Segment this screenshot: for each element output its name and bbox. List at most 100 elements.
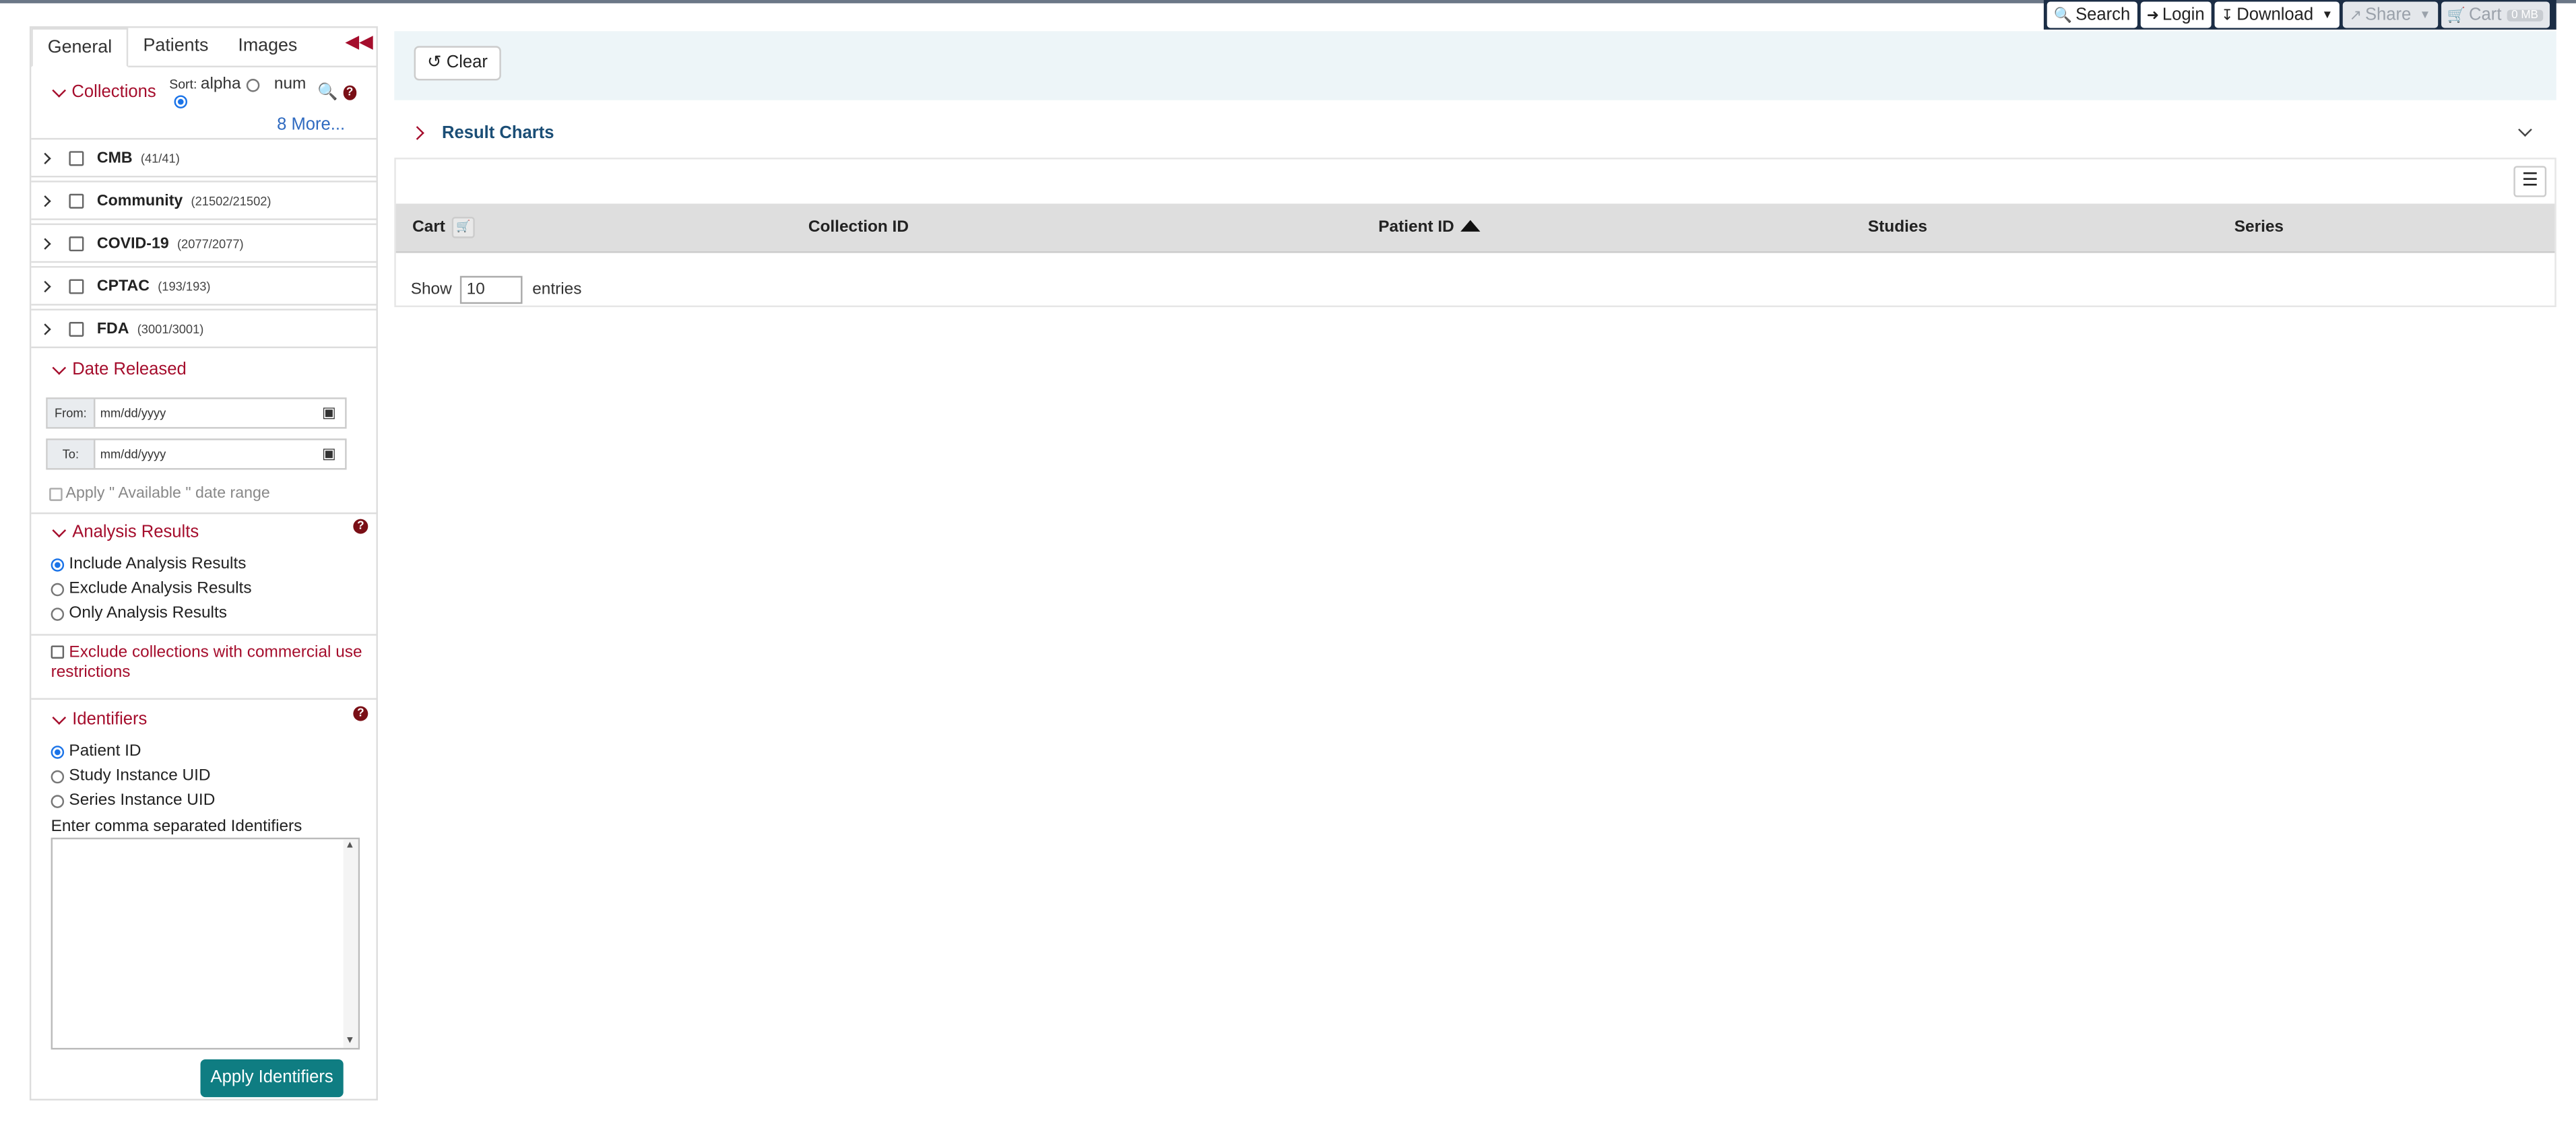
chevron-down-icon [52, 360, 67, 374]
column-header-studies[interactable]: Studies [1868, 218, 1927, 236]
patient-id-radio[interactable] [51, 744, 65, 758]
collection-checkbox[interactable] [69, 321, 84, 336]
sort-num-radio[interactable] [174, 95, 188, 108]
identifiers-header[interactable]: Identifiers [31, 710, 376, 729]
collections-header[interactable]: Collections Sort: alpha num 🔍 ? [31, 75, 376, 108]
analysis-results-header[interactable]: Analysis Results [31, 523, 376, 542]
calendar-icon[interactable]: ▣ [322, 399, 345, 427]
help-icon[interactable]: ? [353, 706, 368, 721]
collection-checkbox[interactable] [69, 150, 84, 166]
search-toolbar: ↺ Clear [394, 31, 2556, 100]
divider [31, 698, 377, 700]
cart-icon[interactable]: 🛒 [451, 216, 475, 238]
results-table: ☰ Cart 🛒 Collection ID Patient ID Studies… [394, 158, 2556, 308]
column-header-series[interactable]: Series [2234, 218, 2284, 236]
series-uid-radio[interactable] [51, 794, 65, 807]
scroll-down-icon[interactable]: ▼ [345, 1036, 355, 1047]
login-icon: ➜ [2146, 5, 2160, 22]
hamburger-icon: ☰ [2521, 170, 2538, 191]
sort-options: Sort: alpha num [169, 75, 317, 108]
identifiers-textarea[interactable]: ▲ ▼ [51, 837, 360, 1050]
sidebar-tabs: General Patients Images ◀◀ [31, 28, 377, 67]
collections-title: Collections [71, 81, 156, 102]
identifiers-prompt: Enter comma separated Identifiers [51, 818, 302, 836]
include-analysis-radio[interactable] [51, 557, 65, 571]
share-icon: ↗ [2349, 5, 2362, 22]
tab-images[interactable]: Images [223, 28, 312, 65]
login-nav-button[interactable]: ➜ Login [2139, 1, 2212, 28]
divider [31, 512, 377, 515]
column-header-patient[interactable]: Patient ID [1378, 218, 1481, 236]
date-released-header[interactable]: Date Released [31, 360, 206, 379]
chevron-right-icon[interactable] [39, 323, 51, 335]
caret-down-icon: ▼ [2419, 9, 2431, 21]
collection-item[interactable]: COVID-19 (2077/2077) [31, 223, 377, 263]
cart-icon: 🛒 [2447, 5, 2466, 22]
date-from-input[interactable]: From: mm/dd/yyyy ▣ [46, 397, 347, 429]
study-uid-radio[interactable] [51, 769, 65, 783]
help-icon[interactable]: ? [353, 519, 368, 534]
chevron-right-icon [410, 126, 424, 140]
column-menu-button[interactable]: ☰ [2513, 166, 2547, 197]
tab-patients[interactable]: Patients [129, 28, 224, 65]
page-length-control: Show 10 entries [411, 275, 581, 304]
top-nav: 🔍 Search ➜ Login ↧ Download ▼ ↗ Share ▼ 🛒 Cart 0… [2044, 0, 2556, 30]
reset-icon: ↺ [427, 53, 442, 73]
help-icon[interactable]: ? [342, 84, 357, 100]
collection-item[interactable]: FDA (3001/3001) [31, 308, 377, 349]
clear-button[interactable]: ↺ Clear [414, 46, 501, 81]
table-header: Cart 🛒 Collection ID Patient ID Studies S… [395, 203, 2555, 253]
analysis-option-only[interactable]: Only Analysis Results [51, 604, 227, 622]
chevron-down-icon [52, 82, 66, 96]
collection-item[interactable]: CPTAC (193/193) [31, 266, 377, 306]
divider [31, 634, 377, 636]
page-length-select[interactable]: 10 [459, 275, 523, 304]
collection-checkbox[interactable] [69, 278, 84, 294]
cart-size-badge: 0 MB [2506, 9, 2544, 21]
column-header-collection[interactable]: Collection ID [808, 218, 909, 236]
chevron-right-icon[interactable] [39, 152, 51, 164]
column-header-cart[interactable]: Cart 🛒 [412, 216, 475, 238]
apply-identifiers-button[interactable]: Apply Identifiers [200, 1059, 344, 1098]
calendar-icon[interactable]: ▣ [322, 440, 345, 468]
scroll-up-icon[interactable]: ▲ [345, 841, 355, 851]
apply-date-range-option[interactable]: Apply " Available " date range [49, 484, 270, 502]
sidebar: General Patients Images ◀◀ Collections S… [29, 26, 378, 1100]
commercial-restriction-checkbox[interactable] [51, 646, 65, 659]
chevron-right-icon[interactable] [39, 279, 51, 292]
textarea-scrollbar[interactable]: ▲ ▼ [343, 839, 358, 1048]
chevron-down-icon [52, 710, 67, 724]
chevron-right-icon[interactable] [39, 237, 51, 249]
search-nav-button[interactable]: 🔍 Search [2047, 1, 2137, 28]
collection-item[interactable]: CMB (41/41) [31, 137, 377, 178]
identifier-option-series[interactable]: Series Instance UID [51, 792, 215, 810]
sort-ascending-icon [1460, 220, 1481, 232]
date-to-input[interactable]: To: mm/dd/yyyy ▣ [46, 438, 347, 470]
tab-general[interactable]: General [31, 28, 129, 67]
download-icon: ↧ [2220, 5, 2234, 22]
chevron-down-icon [52, 523, 67, 537]
search-icon: 🔍 [2053, 5, 2073, 22]
share-nav-button[interactable]: ↗ Share ▼ [2342, 1, 2438, 28]
download-nav-button[interactable]: ↧ Download ▼ [2214, 1, 2340, 28]
caret-down-icon: ▼ [2321, 9, 2333, 21]
analysis-option-exclude[interactable]: Exclude Analysis Results [51, 580, 252, 598]
collection-item[interactable]: Community (21502/21502) [31, 180, 377, 220]
chevron-right-icon[interactable] [39, 194, 51, 207]
cart-nav-button[interactable]: 🛒 Cart 0 MB [2441, 1, 2550, 28]
result-charts-header[interactable]: Result Charts [394, 110, 2556, 156]
sort-alpha-radio[interactable] [245, 78, 259, 92]
only-analysis-radio[interactable] [51, 607, 65, 620]
collection-checkbox[interactable] [69, 193, 84, 208]
apply-date-range-checkbox[interactable] [49, 487, 63, 500]
commercial-restriction-option[interactable]: Exclude collections with commercial use … [51, 644, 370, 682]
identifier-option-study[interactable]: Study Instance UID [51, 767, 211, 785]
chevron-down-icon[interactable] [2518, 123, 2532, 137]
more-collections-link[interactable]: 8 More... [277, 115, 345, 135]
exclude-analysis-radio[interactable] [51, 582, 65, 596]
collection-checkbox[interactable] [69, 235, 84, 251]
analysis-option-include[interactable]: Include Analysis Results [51, 555, 246, 573]
identifier-option-patient[interactable]: Patient ID [51, 742, 141, 760]
collapse-sidebar-icon[interactable]: ◀◀ [345, 31, 373, 53]
search-collections-icon[interactable]: 🔍 [317, 83, 337, 101]
